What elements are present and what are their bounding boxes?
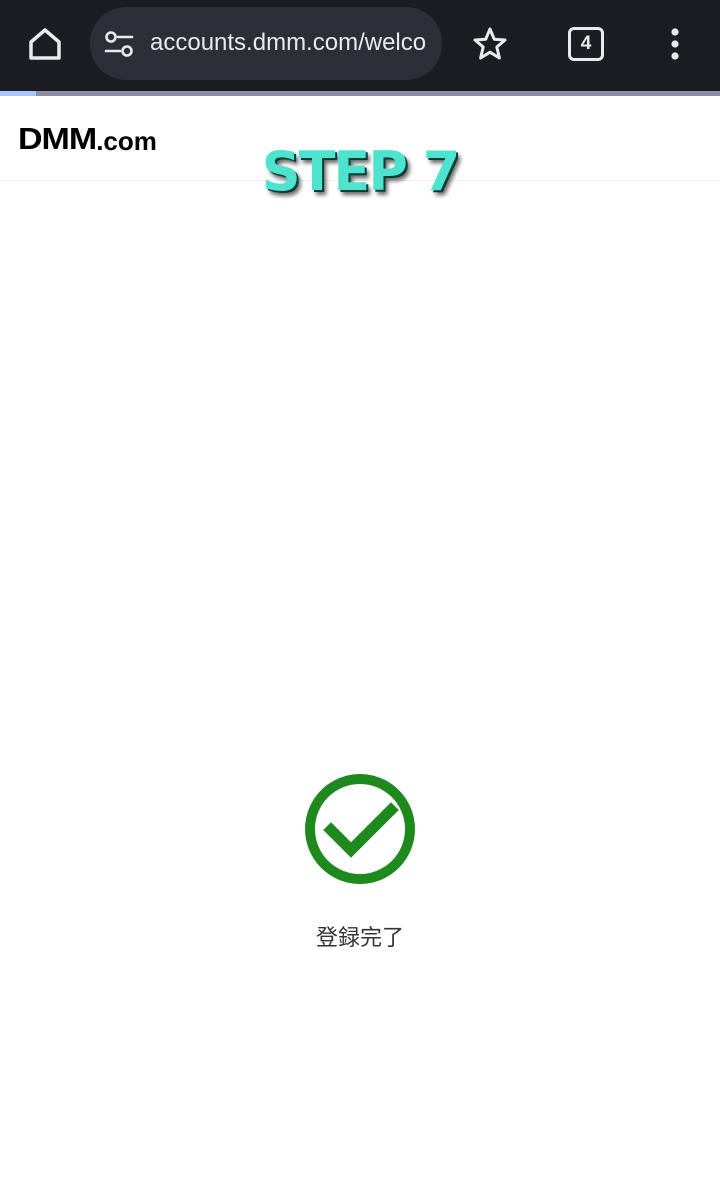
tab-switcher-button[interactable]: 4 <box>562 20 610 68</box>
menu-button[interactable] <box>650 20 700 68</box>
home-icon <box>29 28 61 60</box>
star-icon <box>473 27 507 60</box>
tab-count-badge: 4 <box>568 27 604 61</box>
step-label: STEP 7 <box>261 140 461 203</box>
site-settings-icon[interactable] <box>102 27 136 61</box>
home-button[interactable] <box>20 20 70 68</box>
bookmark-button[interactable] <box>466 20 514 68</box>
registration-complete-text: 登録完了 <box>315 926 404 951</box>
address-bar[interactable]: accounts.dmm.com/welco <box>90 7 442 80</box>
url-text[interactable]: accounts.dmm.com/welco <box>150 27 430 59</box>
more-vert-icon <box>671 28 679 60</box>
check-circle-icon <box>305 774 415 884</box>
browser-toolbar: accounts.dmm.com/welco 4 <box>0 0 720 92</box>
